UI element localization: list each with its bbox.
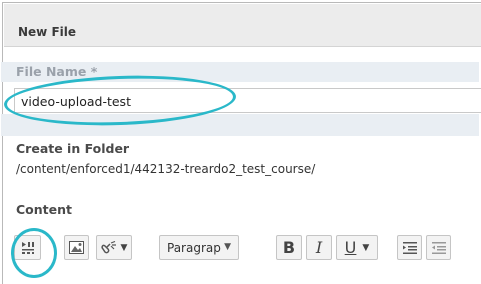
media-icon	[21, 242, 34, 254]
link-icon	[100, 240, 116, 253]
outdent-button[interactable]	[426, 235, 451, 260]
underline-button[interactable]: U ▼	[336, 235, 378, 260]
insert-media-button[interactable]	[14, 235, 41, 260]
outdent-icon	[431, 241, 446, 254]
content-label: Content	[16, 202, 72, 217]
file-name-label: File Name *	[16, 64, 98, 79]
file-name-row-footer	[1, 114, 479, 136]
indent-icon	[402, 241, 417, 254]
underline-label: U	[344, 238, 357, 257]
bold-label: B	[282, 238, 296, 257]
create-in-folder-path: /content/enforced1/442132-treardo2_test_…	[16, 162, 316, 176]
insert-image-button[interactable]	[64, 235, 89, 260]
create-in-folder-label: Create in Folder	[16, 141, 130, 156]
chevron-down-icon: ▼	[120, 242, 128, 253]
bold-button[interactable]: B	[276, 235, 302, 260]
dialog-header: New File	[4, 4, 481, 47]
file-name-input[interactable]: video-upload-test	[14, 88, 481, 113]
italic-button[interactable]: I	[306, 235, 332, 260]
format-select[interactable]: Paragrap ▼	[159, 235, 239, 260]
image-icon	[69, 241, 84, 254]
italic-label: I	[315, 238, 323, 257]
chevron-down-icon: ▼	[362, 242, 370, 253]
file-name-value: video-upload-test	[21, 94, 131, 109]
editor-toolbar: ▼ Paragrap ▼ B I U ▼	[14, 229, 481, 269]
chevron-down-icon: ▼	[224, 242, 231, 252]
dialog-title: New File	[18, 25, 77, 39]
insert-link-button[interactable]: ▼	[96, 235, 132, 260]
format-select-value: Paragrap	[167, 240, 221, 255]
indent-button[interactable]	[397, 235, 422, 260]
